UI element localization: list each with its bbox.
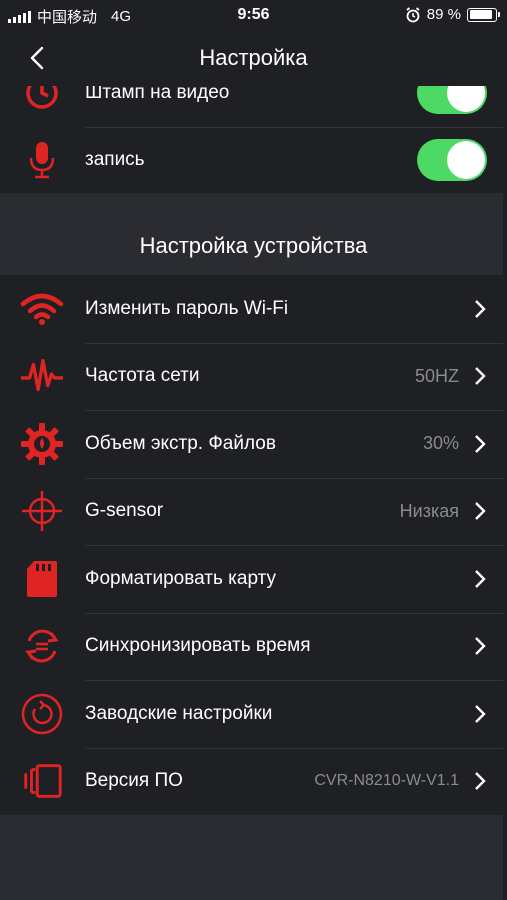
status-bar: 中国移动 4G 9:56 89 % (0, 0, 507, 30)
settings-row-wifi-password[interactable]: Изменить пароль Wi-Fi (0, 275, 507, 343)
settings-row-value: Низкая (399, 500, 459, 521)
settings-row-file-volume[interactable]: Объем экстр. Файлов 30% (0, 410, 507, 478)
settings-row-label: G-sensor (85, 500, 164, 522)
section-header: Настройка устройства (0, 193, 507, 275)
settings-row-label: Штамп на видео (85, 86, 230, 103)
chevron-right-icon (475, 299, 486, 318)
alarm-icon (406, 6, 420, 22)
settings-row-sync-time[interactable]: Синхронизировать время (0, 612, 507, 681)
settings-row-label: Изменить пароль Wi-Fi (85, 297, 289, 319)
sync-icon (20, 624, 64, 668)
settings-row-label: Синхронизировать время (85, 635, 311, 657)
settings-row-value: 50HZ (414, 365, 459, 386)
chevron-right-icon (475, 704, 486, 723)
device-settings-group: Изменить пароль Wi-Fi Частота сети 50HZ (0, 275, 507, 815)
video-stamp-toggle[interactable] (417, 86, 487, 114)
settings-row-value: 30% (422, 433, 459, 454)
audio-record-toggle[interactable] (417, 139, 487, 182)
nav-bar: Настройка (0, 30, 507, 86)
settings-row-label: Заводские настройки (85, 702, 273, 724)
clock-icon (20, 86, 64, 115)
wifi-icon (20, 287, 64, 331)
chevron-right-icon (475, 772, 486, 791)
page-title: Настройка (199, 45, 308, 70)
scroll-track (503, 86, 507, 900)
microphone-icon (20, 138, 64, 182)
gear-icon (20, 422, 64, 466)
settings-row-label: Частота сети (85, 365, 200, 387)
settings-row-label: запись (85, 149, 145, 171)
settings-row-value: CVR-N8210-W-V1.1 (314, 772, 459, 790)
settings-row-label: Версия ПО (85, 770, 183, 792)
settings-row-label: Объем экстр. Файлов (85, 432, 276, 454)
settings-row-factory-reset[interactable]: Заводские настройки (0, 680, 507, 748)
chevron-right-icon (475, 637, 486, 656)
section-title: Настройка устройства (139, 233, 368, 258)
settings-row-video-stamp[interactable]: Штамп на видео (0, 86, 507, 127)
settings-row-firmware-version[interactable]: Версия ПО CVR-N8210-W-V1.1 (0, 747, 507, 816)
settings-row-network-frequency[interactable]: Частота сети 50HZ (0, 342, 507, 411)
settings-row-format-card[interactable]: Форматировать карту (0, 545, 507, 613)
pulse-icon (20, 354, 64, 398)
settings-row-audio-record[interactable]: запись (0, 126, 507, 194)
battery-icon (467, 7, 500, 22)
settings-row-g-sensor[interactable]: G-sensor Низкая (0, 477, 507, 546)
battery-percent: 89 % (426, 6, 461, 23)
chevron-right-icon (475, 367, 486, 386)
chevron-right-icon (475, 569, 486, 588)
settings-row-label: Форматировать карту (85, 567, 277, 589)
reset-icon (20, 692, 64, 736)
sd-card-icon (20, 557, 64, 601)
chevron-right-icon (475, 434, 486, 453)
crosshair-icon (20, 489, 64, 533)
recording-settings-group: Штамп на видео запись (0, 86, 507, 193)
device-icon (20, 759, 64, 803)
chevron-right-icon (475, 502, 486, 521)
